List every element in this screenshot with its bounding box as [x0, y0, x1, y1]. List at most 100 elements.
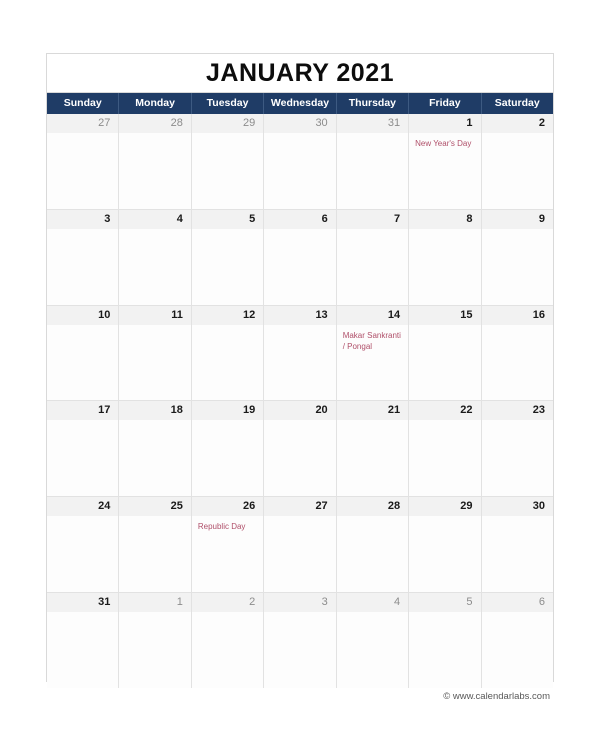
- date-band: 23: [481, 401, 553, 421]
- date-number: 10: [98, 308, 111, 321]
- event-list: [409, 229, 480, 305]
- day-cell[interactable]: 4: [336, 592, 410, 688]
- date-band: 11: [119, 305, 191, 325]
- date-band: 17: [47, 401, 119, 421]
- weekday-label: Saturday: [494, 97, 540, 110]
- date-band: 22: [409, 401, 481, 421]
- weekday-header-wednesday: Wednesday: [264, 93, 337, 114]
- date-number: 27: [315, 500, 328, 513]
- date-number: 20: [315, 404, 328, 417]
- date-band: 31: [336, 114, 409, 133]
- date-number: 27: [98, 117, 111, 129]
- calendar-footer: © www.calendarlabs.com: [46, 686, 554, 704]
- day-cell[interactable]: 14 Makar Sankranti / Pongal: [336, 305, 410, 401]
- weekday-header-tuesday: Tuesday: [192, 93, 265, 114]
- day-cell[interactable]: 3: [47, 209, 120, 305]
- date-band: 4: [119, 209, 191, 229]
- date-number: 29: [243, 117, 256, 129]
- day-cell[interactable]: 22: [409, 401, 482, 497]
- day-cell[interactable]: 13: [264, 305, 337, 401]
- event-label[interactable]: Makar Sankranti / Pongal: [343, 330, 402, 352]
- date-number: 28: [170, 117, 183, 129]
- day-cell[interactable]: 9: [481, 209, 553, 305]
- date-band: 18: [119, 401, 191, 421]
- day-cell[interactable]: 12: [191, 305, 265, 401]
- event-list: [47, 516, 118, 592]
- date-band: 19: [191, 401, 264, 421]
- day-cell[interactable]: 5: [409, 592, 482, 688]
- event-list: [337, 229, 408, 305]
- event-list: [409, 420, 480, 496]
- day-cell[interactable]: 27: [47, 114, 120, 209]
- day-cell[interactable]: 30: [264, 114, 337, 209]
- day-cell[interactable]: 1: [119, 592, 192, 688]
- weekday-header-friday: Friday: [409, 93, 482, 114]
- day-cell[interactable]: 25: [119, 497, 192, 592]
- day-cell[interactable]: 29: [191, 114, 265, 209]
- day-cell[interactable]: 2: [191, 592, 265, 688]
- date-band: 9: [481, 209, 553, 229]
- date-number: 17: [98, 404, 111, 417]
- event-label[interactable]: New Year's Day: [415, 138, 474, 149]
- day-cell[interactable]: 20: [264, 401, 337, 497]
- event-list: [264, 420, 335, 496]
- date-band: 5: [409, 592, 481, 612]
- date-band: 28: [336, 497, 409, 517]
- date-number: 24: [98, 500, 111, 513]
- day-cell[interactable]: 21: [336, 401, 410, 497]
- day-cell[interactable]: 29: [409, 497, 482, 592]
- event-label[interactable]: Republic Day: [198, 521, 257, 532]
- day-cell[interactable]: 24: [47, 497, 120, 592]
- day-cell[interactable]: 18: [119, 401, 192, 497]
- week-row: 31 1 2 3 4 5 6: [47, 592, 553, 688]
- event-list: [409, 516, 480, 592]
- day-cell[interactable]: 30: [481, 497, 553, 592]
- date-band: 16: [481, 305, 553, 325]
- day-cell[interactable]: 5: [191, 209, 265, 305]
- day-cell[interactable]: 28: [119, 114, 192, 209]
- day-cell[interactable]: 31: [47, 592, 120, 688]
- day-cell[interactable]: 26 Republic Day: [191, 497, 265, 592]
- date-band: 25: [119, 497, 191, 517]
- day-cell[interactable]: 16: [481, 305, 553, 401]
- day-cell[interactable]: 31: [336, 114, 410, 209]
- event-list: [47, 325, 118, 401]
- day-cell[interactable]: 27: [264, 497, 337, 592]
- day-cell[interactable]: 8: [409, 209, 482, 305]
- event-list: [47, 133, 118, 209]
- day-cell[interactable]: 3: [264, 592, 337, 688]
- event-list: [119, 325, 190, 401]
- day-cell[interactable]: 6: [264, 209, 337, 305]
- day-cell[interactable]: 23: [481, 401, 553, 497]
- event-list: [119, 133, 190, 209]
- day-cell[interactable]: 11: [119, 305, 192, 401]
- week-row: 17 18 19 20 21 22 23: [47, 401, 553, 498]
- date-number: 26: [243, 500, 256, 513]
- date-band: 28: [119, 114, 191, 133]
- date-number: 15: [460, 308, 473, 321]
- day-cell[interactable]: 6: [481, 592, 553, 688]
- weekday-header-saturday: Saturday: [482, 93, 553, 114]
- day-cell[interactable]: 1 New Year's Day: [409, 114, 482, 209]
- weekday-label: Sunday: [63, 97, 102, 110]
- date-band: 12: [191, 305, 264, 325]
- date-band: 3: [264, 592, 336, 612]
- day-cell[interactable]: 28: [336, 497, 410, 592]
- day-cell[interactable]: 10: [47, 305, 120, 401]
- day-cell[interactable]: 4: [119, 209, 192, 305]
- day-cell[interactable]: 17: [47, 401, 120, 497]
- day-cell[interactable]: 15: [409, 305, 482, 401]
- date-number: 2: [538, 117, 545, 129]
- day-cell[interactable]: 2: [481, 114, 553, 209]
- date-number: 6: [321, 212, 328, 225]
- day-cell[interactable]: 19: [191, 401, 265, 497]
- week-row: 27 28 29 30 31 1 New Year's Day 2: [47, 114, 553, 210]
- date-number: 1: [176, 595, 183, 608]
- date-band: 1: [119, 592, 191, 612]
- event-list: [482, 516, 553, 592]
- event-list: [192, 325, 263, 401]
- page-title: JANUARY 2021: [205, 58, 395, 87]
- day-cell[interactable]: 7: [336, 209, 410, 305]
- date-number: 13: [315, 308, 328, 321]
- calendar-grid: 27 28 29 30 31 1 New Year's Day 2 3 4 5 6 7 8 9 10 11 12 1…: [47, 114, 553, 688]
